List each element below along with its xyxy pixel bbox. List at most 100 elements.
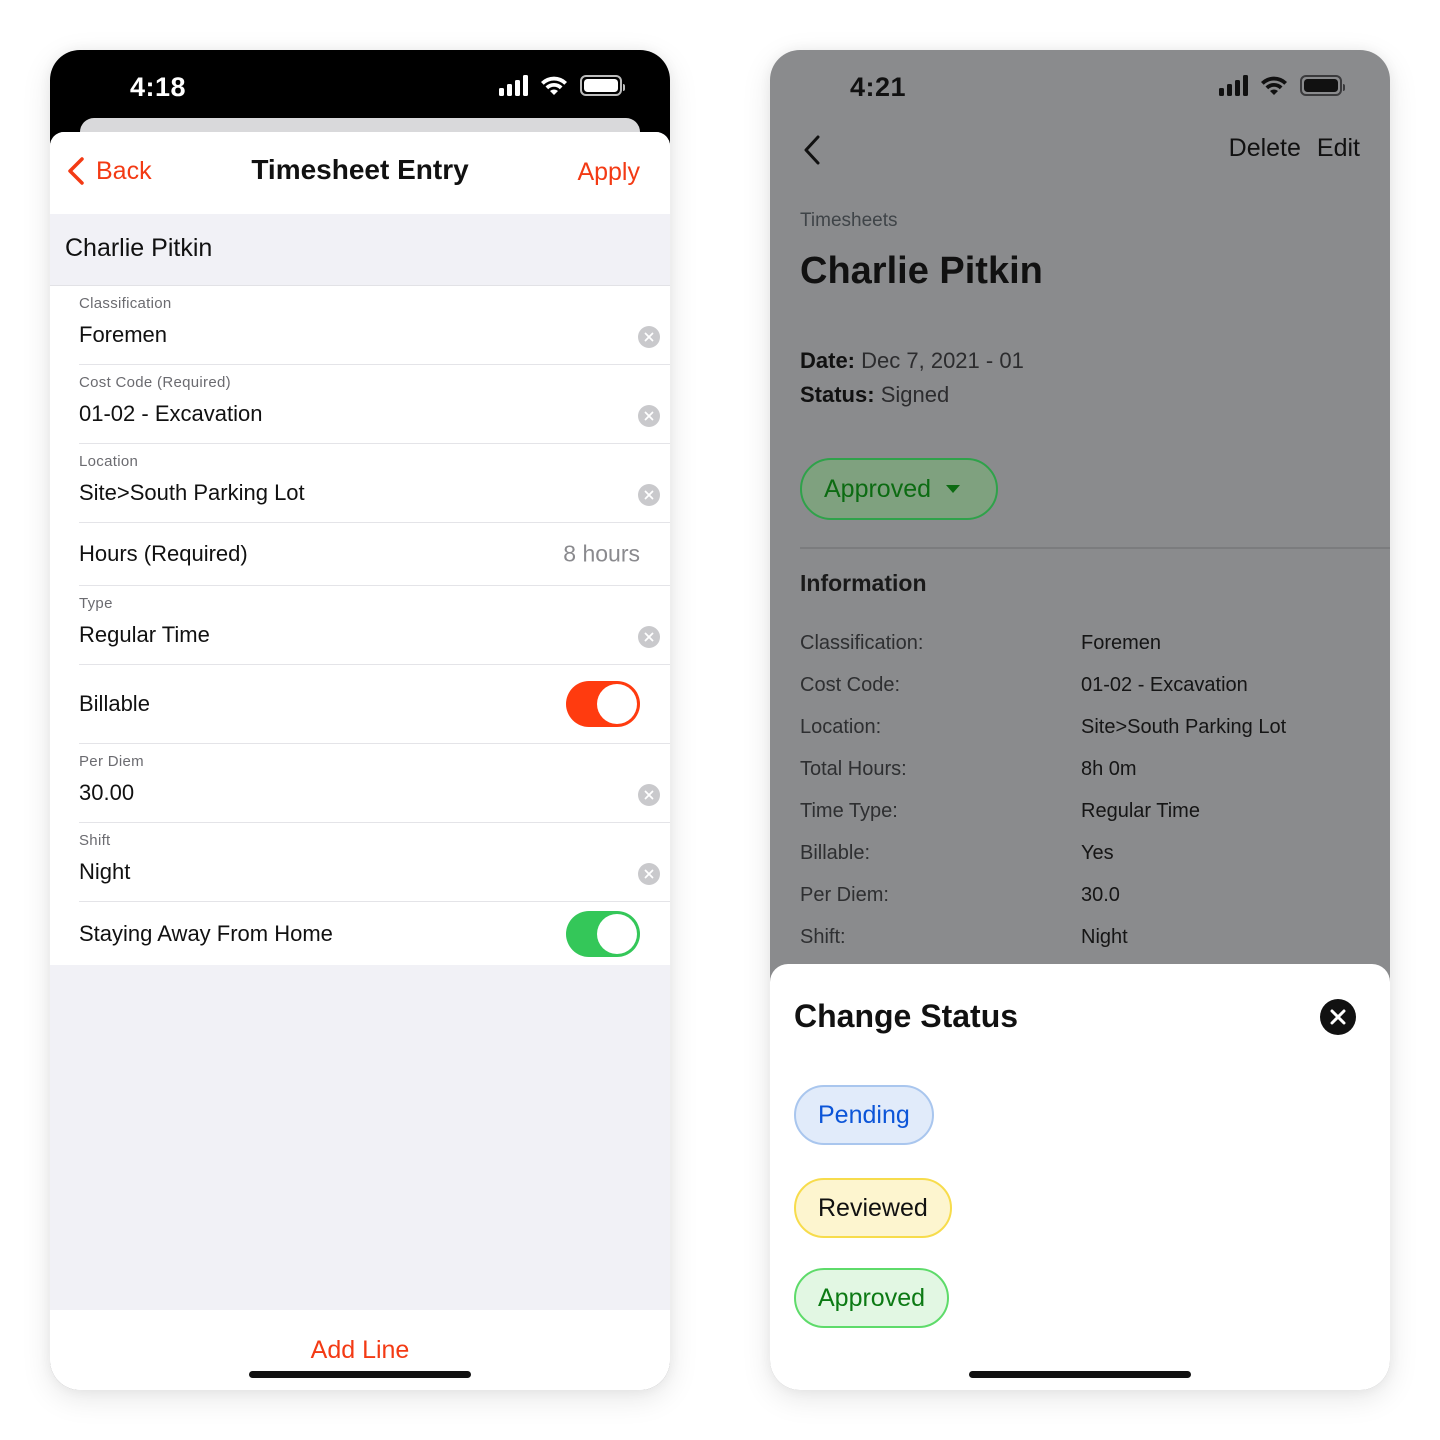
info-value: 30.0	[1081, 884, 1120, 906]
field-label: Billable	[79, 691, 150, 716]
info-row: Classification: Foremen	[800, 632, 1360, 674]
field-value: Foremen	[79, 322, 168, 347]
info-row: Per Diem: 30.0	[800, 884, 1360, 926]
close-icon	[644, 490, 654, 500]
info-row: Total Hours: 8h 0m	[800, 758, 1360, 800]
field-label: Per Diem	[79, 753, 144, 770]
add-line-button[interactable]: Add Line	[50, 1336, 670, 1365]
clear-cost-code-button[interactable]	[638, 405, 660, 427]
info-key: Total Hours:	[800, 758, 907, 780]
field-label: Hours (Required)	[79, 541, 248, 566]
field-value: 01-02 - Excavation	[79, 401, 263, 426]
divider	[800, 547, 1390, 549]
per-diem-field[interactable]: Per Diem 30.00	[79, 744, 670, 823]
info-key: Cost Code:	[800, 674, 901, 696]
date-value: Dec 7, 2021 - 01	[861, 348, 1024, 373]
info-value: Yes	[1081, 842, 1114, 864]
close-icon	[1330, 1009, 1346, 1025]
close-icon	[644, 411, 654, 421]
info-value: Night	[1081, 926, 1128, 948]
clear-location-button[interactable]	[638, 484, 660, 506]
status-option-approved[interactable]: Approved	[794, 1268, 950, 1328]
info-key: Classification:	[800, 632, 924, 654]
away-from-home-toggle[interactable]	[566, 910, 640, 957]
status-dropdown[interactable]: Approved	[800, 458, 998, 520]
status-dropdown-label: Approved	[824, 474, 932, 503]
info-key: Per Diem:	[800, 884, 889, 906]
info-value: Site>South Parking Lot	[1081, 716, 1287, 738]
info-key: Shift:	[800, 926, 846, 948]
wifi-icon	[1261, 76, 1287, 95]
close-icon	[644, 332, 654, 342]
cellular-signal-icon	[499, 74, 528, 96]
info-row: Shift: Night	[800, 926, 1360, 968]
status-option-reviewed[interactable]: Reviewed	[794, 1178, 952, 1238]
delete-button[interactable]: Delete	[1229, 134, 1301, 163]
navigation-bar: Back Timesheet Entry Apply	[50, 132, 670, 214]
date-label: Date:	[800, 348, 856, 373]
shift-field[interactable]: Shift Night	[79, 823, 670, 902]
status-value: Signed	[880, 382, 950, 407]
breadcrumb[interactable]: Timesheets	[800, 210, 898, 232]
status-option-pending[interactable]: Pending	[794, 1085, 934, 1145]
info-key: Time Type:	[800, 800, 898, 822]
footer-bar: Add Line	[50, 1310, 670, 1390]
caret-down-icon	[946, 485, 961, 493]
status-icons	[499, 74, 625, 96]
clear-classification-button[interactable]	[638, 326, 660, 348]
edit-button[interactable]: Edit	[1317, 134, 1360, 163]
info-value: 01-02 - Excavation	[1081, 674, 1248, 696]
home-indicator	[969, 1371, 1191, 1378]
employee-name-header: Charlie Pitkin	[50, 214, 670, 286]
close-icon	[644, 869, 654, 879]
info-key: Location:	[800, 716, 882, 738]
clear-per-diem-button[interactable]	[638, 784, 660, 806]
information-list: Classification: Foremen Cost Code: 01-02 - …	[800, 632, 1360, 968]
field-value: Site>South Parking Lot	[79, 480, 305, 505]
location-field[interactable]: Location Site>South Parking Lot	[79, 444, 670, 523]
information-heading: Information	[800, 570, 927, 596]
field-label: Type	[79, 595, 113, 612]
clear-shift-button[interactable]	[638, 863, 660, 885]
timesheet-form: Classification Foremen Cost Code (Requir…	[50, 286, 670, 965]
chevron-left-icon[interactable]	[800, 132, 824, 168]
classification-field[interactable]: Classification Foremen	[79, 286, 670, 365]
status-bar: 4:21	[770, 50, 1390, 130]
info-row: Billable: Yes	[800, 842, 1360, 884]
timesheet-entry-screen: 4:18 Back Timesheet Entry Apply Charlie …	[50, 50, 670, 1390]
entry-sheet: Back Timesheet Entry Apply Charlie Pitki…	[50, 132, 670, 1390]
info-row: Cost Code: 01-02 - Excavation	[800, 674, 1360, 716]
field-value: 30.00	[79, 780, 135, 805]
home-indicator	[249, 1371, 471, 1378]
cost-code-field[interactable]: Cost Code (Required) 01-02 - Excavation	[79, 365, 670, 444]
battery-icon	[580, 74, 625, 96]
status-line: Status: Signed	[800, 378, 1024, 412]
apply-button[interactable]: Apply	[577, 158, 640, 187]
info-row: Location: Site>South Parking Lot	[800, 716, 1360, 758]
close-icon	[644, 790, 654, 800]
status-time: 4:21	[850, 72, 907, 102]
cellular-signal-icon	[1219, 74, 1248, 96]
status-label: Status:	[800, 382, 875, 407]
change-status-sheet: Change Status Pending Reviewed Approved	[770, 964, 1390, 1390]
field-value: Regular Time	[79, 622, 210, 647]
type-field[interactable]: Type Regular Time	[79, 586, 670, 665]
info-value: Foremen	[1081, 632, 1162, 654]
modal-title: Change Status	[794, 998, 1019, 1034]
wifi-icon	[541, 76, 567, 95]
info-value: Regular Time	[1081, 800, 1200, 822]
info-key: Billable:	[800, 842, 871, 864]
status-time: 4:18	[130, 72, 187, 102]
battery-icon	[1300, 74, 1345, 96]
close-modal-button[interactable]	[1320, 999, 1356, 1035]
billable-field: Billable	[79, 665, 670, 744]
timesheet-meta: Date: Dec 7, 2021 - 01 Status: Signed	[800, 344, 1024, 412]
info-row: Time Type: Regular Time	[800, 800, 1360, 842]
field-value: Night	[79, 859, 131, 884]
header-actions: Delete Edit	[1229, 134, 1360, 163]
close-icon	[644, 632, 654, 642]
field-label: Location	[79, 453, 139, 470]
hours-field[interactable]: Hours (Required) 8 hours	[79, 523, 670, 586]
billable-toggle[interactable]	[566, 681, 640, 727]
clear-type-button[interactable]	[638, 626, 660, 648]
